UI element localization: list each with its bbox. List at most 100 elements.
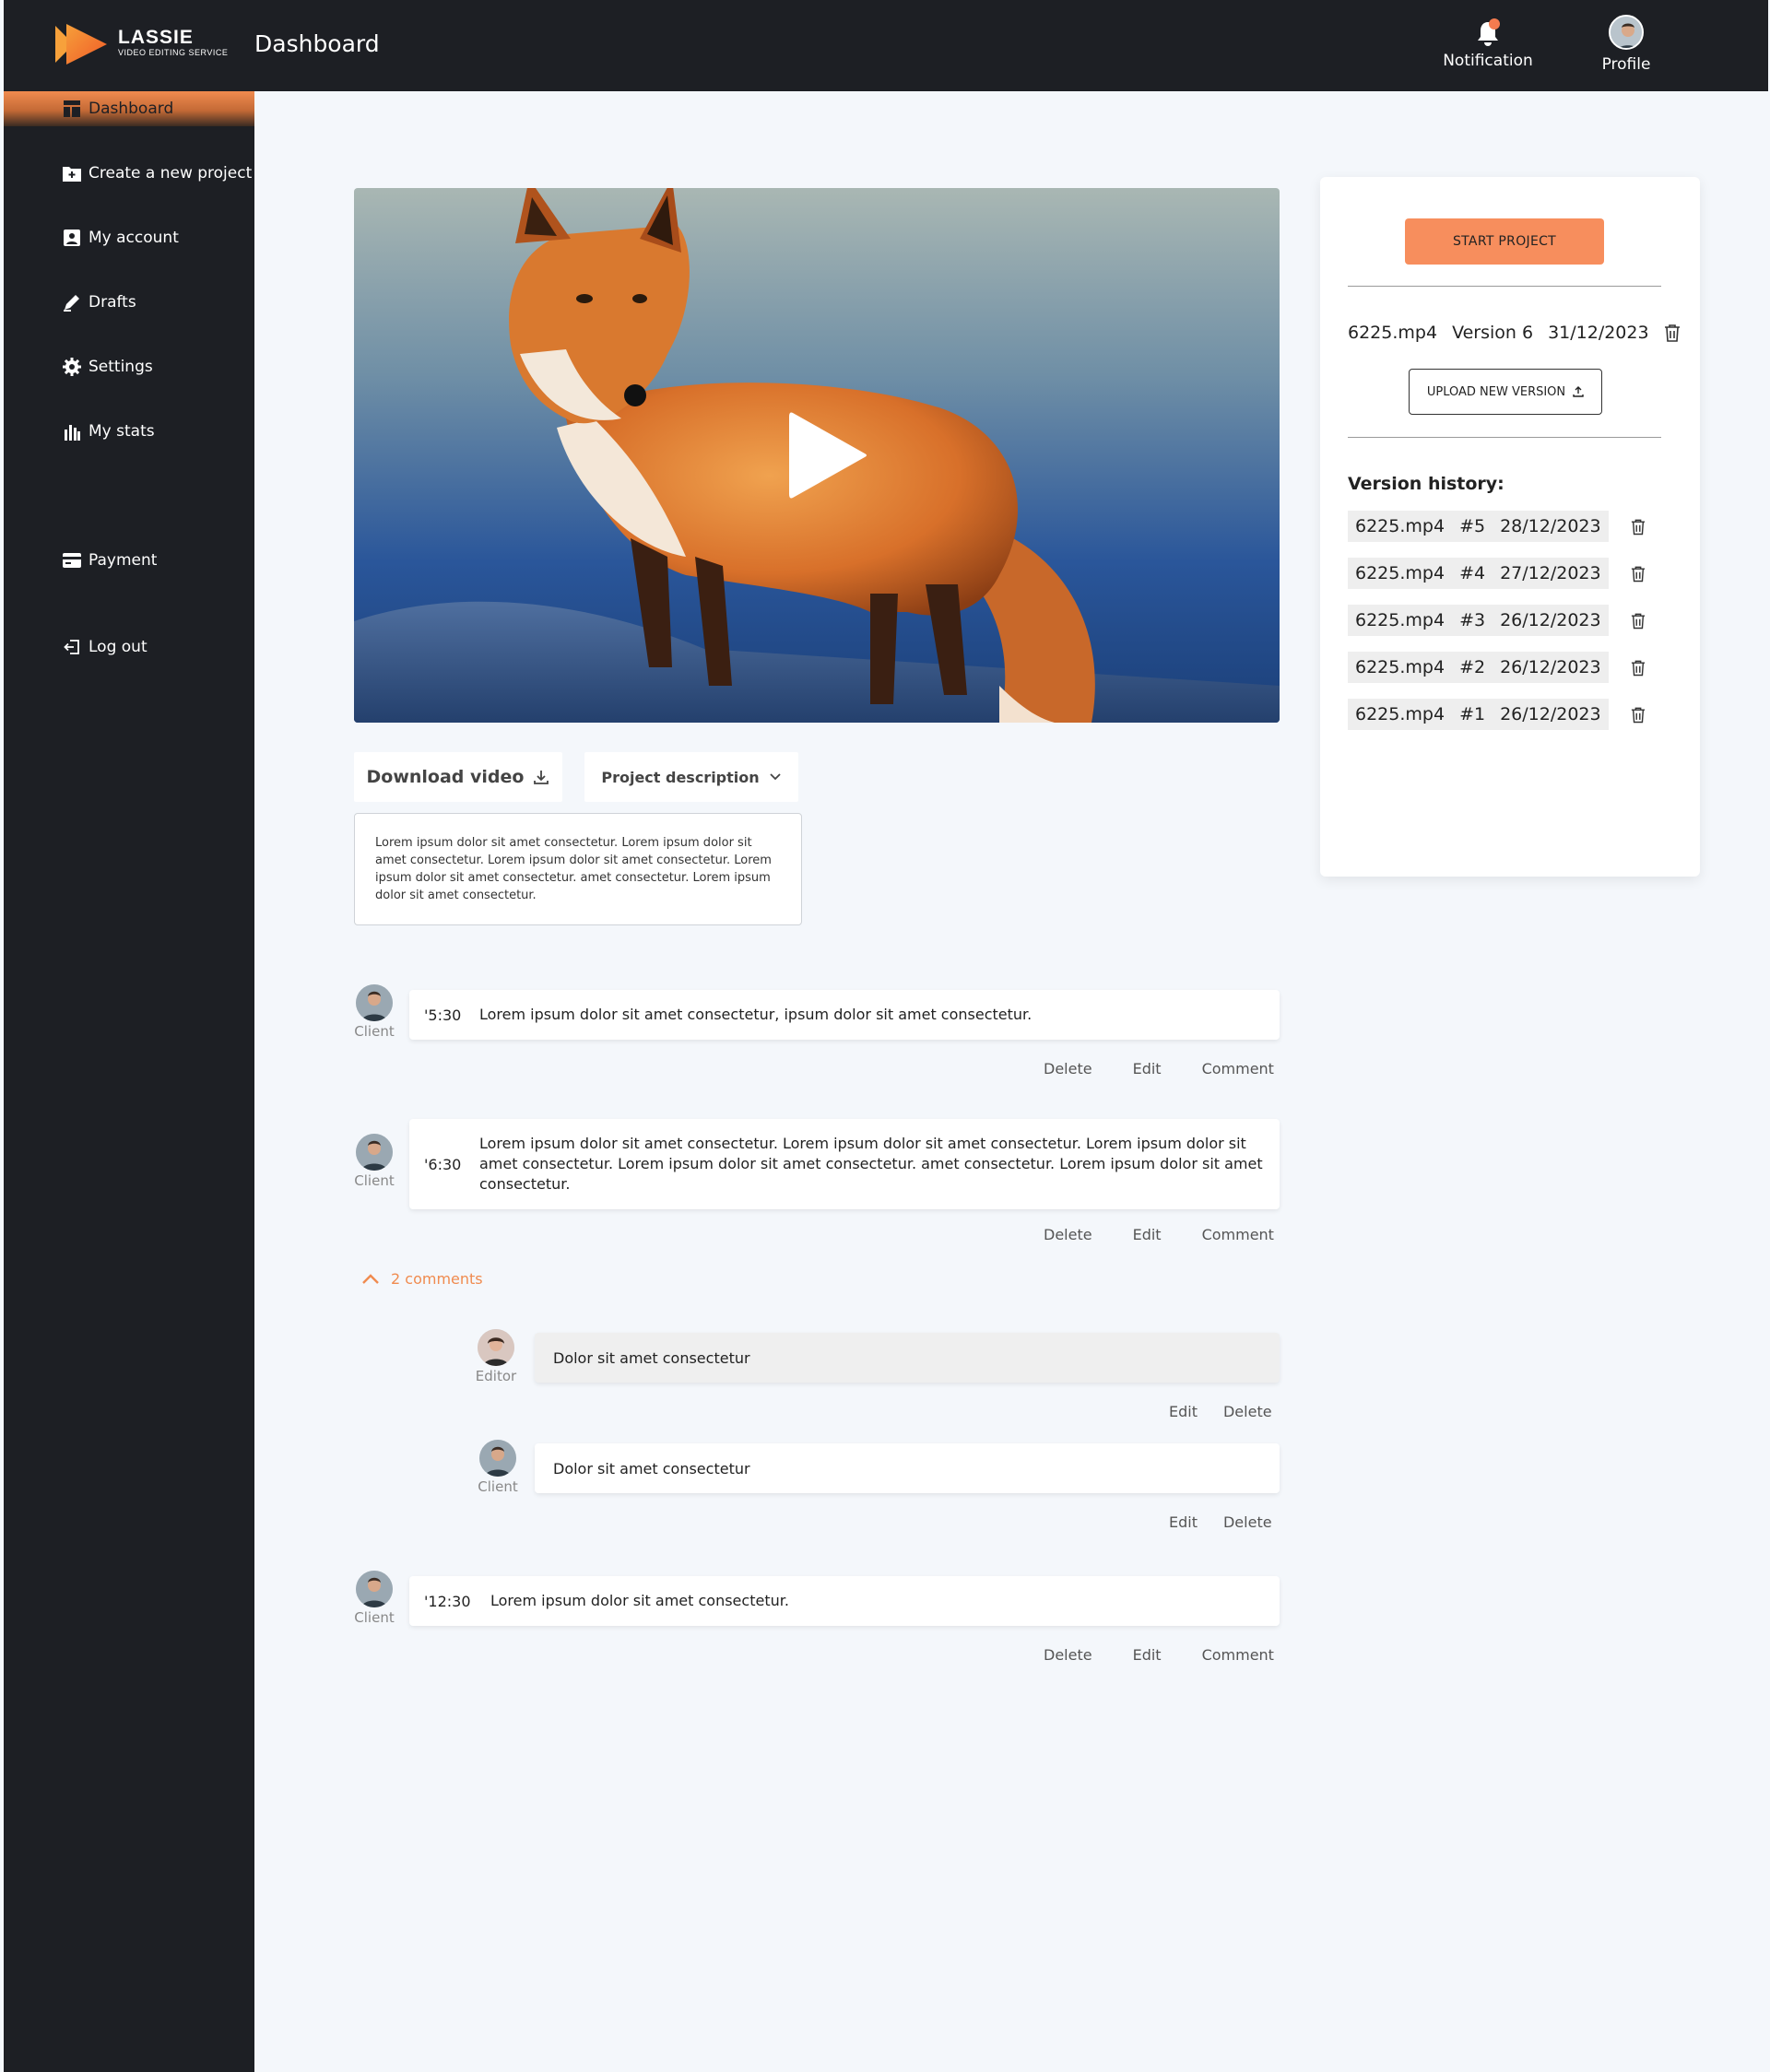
download-video-label: Download video bbox=[366, 767, 525, 787]
stats-icon bbox=[63, 422, 81, 441]
sidebar-item-label: Dashboard bbox=[88, 100, 174, 118]
delete-button[interactable]: Delete bbox=[1044, 1646, 1092, 1664]
reply-author: Editor bbox=[468, 1329, 524, 1384]
reply-actions: Edit Delete bbox=[1169, 1403, 1272, 1420]
bell-icon bbox=[1469, 15, 1506, 52]
sidebar-item-logout[interactable]: Log out bbox=[63, 635, 148, 659]
comment-timestamp[interactable]: '6:30 bbox=[409, 1156, 479, 1173]
page-title: Dashboard bbox=[254, 30, 380, 57]
sidebar-item-my-account[interactable]: My account bbox=[63, 226, 179, 250]
reply-text: Dolor sit amet consectetur bbox=[553, 1459, 750, 1477]
pencil-icon bbox=[63, 293, 81, 312]
comment-actions: Delete Edit Comment bbox=[1044, 1060, 1274, 1077]
notification-button[interactable]: Notification bbox=[1442, 15, 1534, 70]
version-history-title: Version history: bbox=[1348, 474, 1504, 494]
comment-author: Client bbox=[347, 1571, 402, 1626]
trash-icon[interactable] bbox=[1664, 324, 1681, 342]
trash-icon[interactable] bbox=[1631, 565, 1646, 583]
sidebar-item-drafts[interactable]: Drafts bbox=[63, 290, 136, 314]
current-version: 6225.mp4 Version 6 31/12/2023 bbox=[1348, 323, 1681, 343]
comment-box[interactable]: '6:30 Lorem ipsum dolor sit amet consect… bbox=[409, 1119, 1280, 1209]
reply-box: Dolor sit amet consectetur bbox=[535, 1443, 1280, 1493]
trash-icon[interactable] bbox=[1631, 706, 1646, 724]
version-file: 6225.mp4 bbox=[1355, 704, 1446, 724]
sidebar-item-label: Create a new project bbox=[88, 164, 253, 182]
divider bbox=[1348, 437, 1661, 438]
download-video-button[interactable]: Download video bbox=[354, 752, 562, 802]
edit-button[interactable]: Edit bbox=[1169, 1513, 1198, 1531]
card-icon bbox=[63, 551, 81, 570]
comment-box[interactable]: '12:30 Lorem ipsum dolor sit amet consec… bbox=[409, 1576, 1280, 1626]
play-icon[interactable] bbox=[787, 409, 870, 501]
project-panel: START PROJECT 6225.mp4 Version 6 31/12/2… bbox=[1320, 177, 1700, 877]
delete-button[interactable]: Delete bbox=[1044, 1226, 1092, 1243]
sidebar-item-my-stats[interactable]: My stats bbox=[63, 419, 155, 443]
logo-text: LASSIE VIDEO EDITING SERVICE bbox=[118, 28, 228, 58]
logo-subtitle: VIDEO EDITING SERVICE bbox=[118, 48, 229, 57]
version-history-row[interactable]: 6225.mp4 #3 26/12/2023 bbox=[1348, 605, 1646, 636]
top-bar: LASSIE VIDEO EDITING SERVICE Dashboard N… bbox=[4, 0, 1768, 91]
comment-text: Lorem ipsum dolor sit amet consectetur, … bbox=[479, 1006, 1032, 1023]
start-project-button[interactable]: START PROJECT bbox=[1405, 218, 1604, 265]
version-history-row[interactable]: 6225.mp4 #2 26/12/2023 bbox=[1348, 652, 1646, 683]
sidebar-item-label: Settings bbox=[88, 358, 153, 376]
comment-button[interactable]: Comment bbox=[1202, 1646, 1274, 1664]
replies-toggle[interactable]: 2 comments bbox=[361, 1270, 483, 1288]
avatar bbox=[478, 1329, 514, 1366]
edit-button[interactable]: Edit bbox=[1169, 1403, 1198, 1420]
version-chip: 6225.mp4 #5 28/12/2023 bbox=[1348, 511, 1609, 542]
version-date: 26/12/2023 bbox=[1500, 610, 1601, 630]
video-player[interactable] bbox=[354, 188, 1280, 723]
trash-icon[interactable] bbox=[1631, 659, 1646, 677]
avatar bbox=[356, 984, 393, 1021]
profile-label: Profile bbox=[1601, 55, 1651, 74]
comment-timestamp[interactable]: '12:30 bbox=[409, 1593, 490, 1610]
avatar bbox=[356, 1571, 393, 1607]
version-history-row[interactable]: 6225.mp4 #1 26/12/2023 bbox=[1348, 699, 1646, 730]
avatar bbox=[479, 1440, 516, 1477]
version-date: 26/12/2023 bbox=[1500, 657, 1601, 677]
reply-actions: Edit Delete bbox=[1169, 1513, 1272, 1531]
logout-icon bbox=[63, 638, 81, 656]
current-version-number: Version 6 bbox=[1452, 323, 1534, 343]
trash-icon[interactable] bbox=[1631, 612, 1646, 630]
edit-button[interactable]: Edit bbox=[1133, 1646, 1162, 1664]
delete-button[interactable]: Delete bbox=[1223, 1403, 1272, 1420]
version-chip: 6225.mp4 #2 26/12/2023 bbox=[1348, 652, 1609, 683]
sidebar-item-settings[interactable]: Settings bbox=[63, 355, 153, 379]
comment-button[interactable]: Comment bbox=[1202, 1226, 1274, 1243]
version-file: 6225.mp4 bbox=[1355, 657, 1446, 677]
version-date: 27/12/2023 bbox=[1500, 563, 1601, 583]
sidebar: Dashboard Create a new project My accoun… bbox=[4, 91, 254, 2072]
version-chip: 6225.mp4 #1 26/12/2023 bbox=[1348, 699, 1609, 730]
upload-new-version-button[interactable]: UPLOAD NEW VERSION bbox=[1409, 369, 1602, 415]
account-icon bbox=[63, 229, 81, 247]
comment-box[interactable]: '5:30 Lorem ipsum dolor sit amet consect… bbox=[409, 990, 1280, 1040]
comment-timestamp[interactable]: '5:30 bbox=[409, 1007, 479, 1024]
version-history-row[interactable]: 6225.mp4 #4 27/12/2023 bbox=[1348, 558, 1646, 589]
sidebar-item-dashboard[interactable]: Dashboard bbox=[63, 97, 173, 121]
version-history-row[interactable]: 6225.mp4 #5 28/12/2023 bbox=[1348, 511, 1646, 542]
profile-button[interactable]: Profile bbox=[1580, 15, 1672, 74]
notification-badge bbox=[1489, 18, 1500, 29]
version-chip: 6225.mp4 #4 27/12/2023 bbox=[1348, 558, 1609, 589]
trash-icon[interactable] bbox=[1631, 518, 1646, 536]
chevron-down-icon bbox=[770, 773, 781, 781]
project-description-toggle[interactable]: Project description bbox=[584, 752, 798, 802]
delete-button[interactable]: Delete bbox=[1223, 1513, 1272, 1531]
sidebar-item-payment[interactable]: Payment bbox=[63, 548, 157, 572]
current-file-name: 6225.mp4 bbox=[1348, 323, 1438, 343]
upload-icon bbox=[1573, 386, 1584, 397]
version-number: #4 bbox=[1459, 563, 1486, 583]
reply-author-label: Client bbox=[478, 1478, 518, 1495]
reply-author-label: Editor bbox=[475, 1368, 517, 1384]
version-number: #2 bbox=[1459, 657, 1486, 677]
comment-author-label: Client bbox=[354, 1609, 395, 1626]
comment-actions: Delete Edit Comment bbox=[1044, 1646, 1274, 1664]
edit-button[interactable]: Edit bbox=[1133, 1060, 1162, 1077]
sidebar-item-create-project[interactable]: Create a new project bbox=[63, 161, 252, 185]
version-number: #3 bbox=[1459, 610, 1486, 630]
edit-button[interactable]: Edit bbox=[1133, 1226, 1162, 1243]
comment-button[interactable]: Comment bbox=[1202, 1060, 1274, 1077]
delete-button[interactable]: Delete bbox=[1044, 1060, 1092, 1077]
